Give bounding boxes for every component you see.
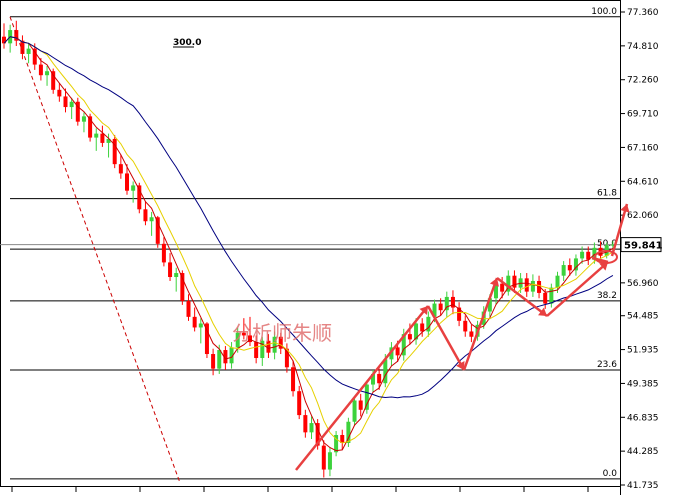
candle-body [420, 323, 425, 332]
y-tick-label: 49.385 [627, 379, 659, 389]
candle-body [395, 347, 400, 356]
y-tick-label: 51.935 [627, 346, 659, 356]
candle-body [377, 373, 382, 384]
y-tick-label: 64.610 [627, 177, 659, 187]
candle-body [438, 303, 443, 311]
candle-body [57, 89, 62, 97]
candle-body [524, 278, 529, 292]
candle-body [51, 71, 56, 90]
candle-body [161, 243, 166, 263]
candle-body [580, 251, 585, 259]
watermark: 分析师朱顺 [232, 321, 332, 345]
candle-body [567, 265, 572, 271]
candle-body [45, 71, 50, 76]
current-price-label: 59.841 [624, 241, 663, 252]
candle-body [364, 384, 369, 410]
candle-body [303, 415, 308, 433]
candle-body [358, 400, 363, 410]
candle-body [168, 262, 173, 278]
candle-body [174, 273, 179, 278]
candle-body [131, 185, 136, 191]
candle-body [69, 101, 74, 108]
candle-body [352, 400, 357, 422]
candle-body [291, 367, 296, 392]
y-tick-label: 72.260 [627, 76, 659, 86]
y-tick-label: 74.810 [627, 42, 659, 52]
candle-body [500, 283, 505, 292]
candle-body [297, 391, 302, 416]
candle-body [186, 300, 191, 317]
y-tick-label: 54.485 [627, 312, 659, 322]
candle-body [118, 164, 123, 174]
candle-body [63, 96, 68, 108]
fib-label: 38.2 [597, 291, 617, 301]
candle-body [149, 217, 154, 222]
candle-body [543, 292, 548, 304]
fib-label: 23.6 [597, 360, 617, 370]
candle-body [192, 316, 197, 328]
y-tick-label: 62.060 [627, 211, 659, 221]
candle-body [407, 334, 412, 340]
candle-body [383, 359, 388, 384]
y-tick-label: 67.160 [627, 143, 659, 153]
candle-body [512, 275, 517, 288]
fib-label: 100.0 [591, 7, 617, 17]
candle-body [217, 350, 222, 369]
candle-body [530, 280, 535, 292]
chart-root: 77.360 74.810 72.260 69.710 67.160 64.610 62.0… [0, 0, 673, 495]
fib-label: 61.8 [597, 189, 617, 199]
candle-body [309, 423, 314, 433]
y-tick-label: 46.835 [627, 413, 659, 423]
candle-body [561, 265, 566, 276]
y-tick-label: 77.360 [627, 8, 659, 18]
candle-body [26, 48, 31, 54]
y-tick-label: 41.735 [627, 481, 659, 491]
candle-body [549, 287, 554, 304]
candle-body [198, 323, 203, 328]
candle-body [38, 64, 43, 76]
candle-body [94, 133, 99, 138]
candle-body [81, 116, 86, 122]
candlestick-chart: 77.360 74.810 72.260 69.710 67.160 64.610 62.0… [0, 0, 663, 495]
candle-body [155, 217, 160, 244]
candle-body [555, 275, 560, 288]
candle-body [321, 445, 326, 470]
candle-body [211, 354, 216, 369]
candle-body [125, 173, 129, 191]
candle-body [469, 331, 474, 337]
candle-body [327, 452, 332, 470]
fib-label: 0.0 [603, 469, 618, 479]
candle-body [463, 320, 468, 332]
candle-body [100, 133, 105, 143]
y-tick-label: 69.710 [627, 110, 659, 120]
candle-body [32, 48, 37, 65]
y-tick-label: 56.960 [627, 279, 659, 289]
candle-body [143, 209, 148, 222]
y-tick-label: 44.285 [627, 447, 659, 457]
